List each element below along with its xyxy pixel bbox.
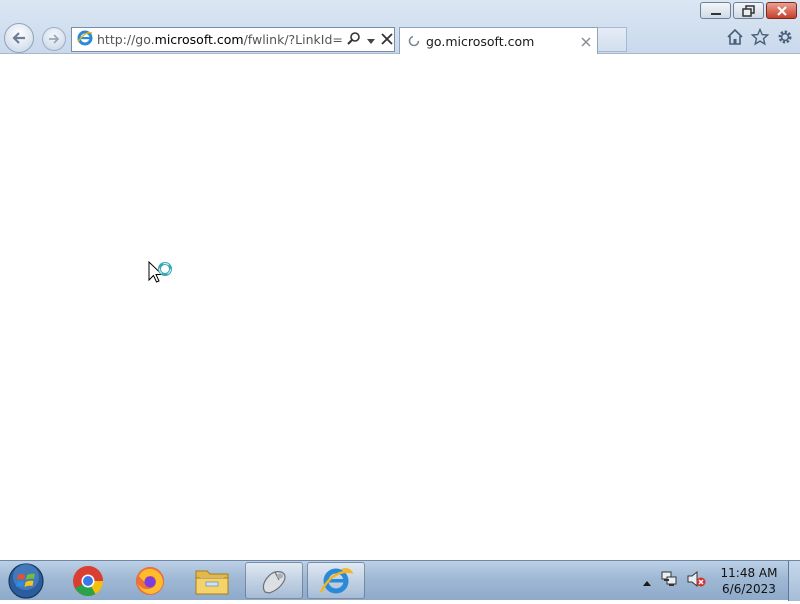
windows-orb-icon <box>8 563 44 599</box>
close-window-button[interactable] <box>766 2 797 19</box>
forward-button[interactable] <box>42 27 66 51</box>
stop-icon[interactable] <box>381 30 393 49</box>
show-hidden-icons-arrow[interactable] <box>642 572 652 591</box>
home-icon[interactable] <box>726 28 744 50</box>
url-host: microsoft.com <box>154 32 244 47</box>
taskbar-file-explorer[interactable] <box>183 562 241 599</box>
taskbar-mouse-app[interactable] <box>245 562 303 599</box>
tab-title: go.microsoft.com <box>426 33 535 49</box>
browser-tab[interactable]: go.microsoft.com <box>399 27 598 54</box>
dropdown-icon[interactable] <box>367 30 375 49</box>
ie-icon <box>319 567 354 593</box>
show-desktop-button[interactable] <box>788 561 800 601</box>
page-content[interactable] <box>0 55 800 560</box>
clock-date: 6/6/2023 <box>722 582 776 596</box>
busy-cursor-icon <box>148 260 178 294</box>
volume-muted-icon[interactable] <box>686 570 706 592</box>
url-prefix: http://go. <box>97 32 155 47</box>
toolbar-icons <box>726 27 794 50</box>
minimize-button[interactable] <box>700 2 731 19</box>
firefox-icon <box>136 566 164 595</box>
chrome-icon <box>73 565 103 596</box>
folder-icon <box>195 570 229 594</box>
tab-close-icon[interactable] <box>581 32 591 51</box>
search-icon[interactable] <box>347 30 361 49</box>
taskbar-internet-explorer[interactable] <box>307 562 365 599</box>
restore-button[interactable] <box>733 2 764 19</box>
tray-icons <box>642 570 706 592</box>
mouse-icon <box>262 570 286 594</box>
favorites-star-icon[interactable] <box>750 27 770 50</box>
taskbar-clock[interactable]: 11:48 AM 6/6/2023 <box>718 565 780 597</box>
taskbar-chrome[interactable] <box>59 562 117 599</box>
address-bar[interactable]: http://go.microsoft.com/fwlink/?LinkId=6… <box>71 27 395 52</box>
browser-chrome: http://go.microsoft.com/fwlink/?LinkId=6… <box>0 0 800 54</box>
restore-icon <box>741 4 755 17</box>
forward-arrow-icon <box>49 34 60 44</box>
minimize-icon <box>710 12 721 15</box>
url-suffix: /fwlink/?LinkId=69157 <box>243 32 343 47</box>
close-icon <box>776 5 787 16</box>
network-icon[interactable] <box>660 570 678 592</box>
tools-gear-icon[interactable] <box>776 28 794 50</box>
taskbar: 11:48 AM 6/6/2023 <box>0 560 800 601</box>
back-button[interactable] <box>4 23 34 53</box>
clock-time: 11:48 AM <box>720 566 778 580</box>
loading-spinner-icon <box>408 32 420 51</box>
address-tools <box>347 30 393 49</box>
new-tab-button[interactable] <box>598 27 627 52</box>
address-url[interactable]: http://go.microsoft.com/fwlink/?LinkId=6… <box>97 32 343 47</box>
taskbar-firefox[interactable] <box>121 562 179 599</box>
system-tray: 11:48 AM 6/6/2023 <box>642 561 800 601</box>
ie-page-icon <box>76 29 94 51</box>
window-controls <box>700 2 797 19</box>
start-button[interactable] <box>6 562 46 600</box>
back-arrow-icon <box>12 32 25 44</box>
